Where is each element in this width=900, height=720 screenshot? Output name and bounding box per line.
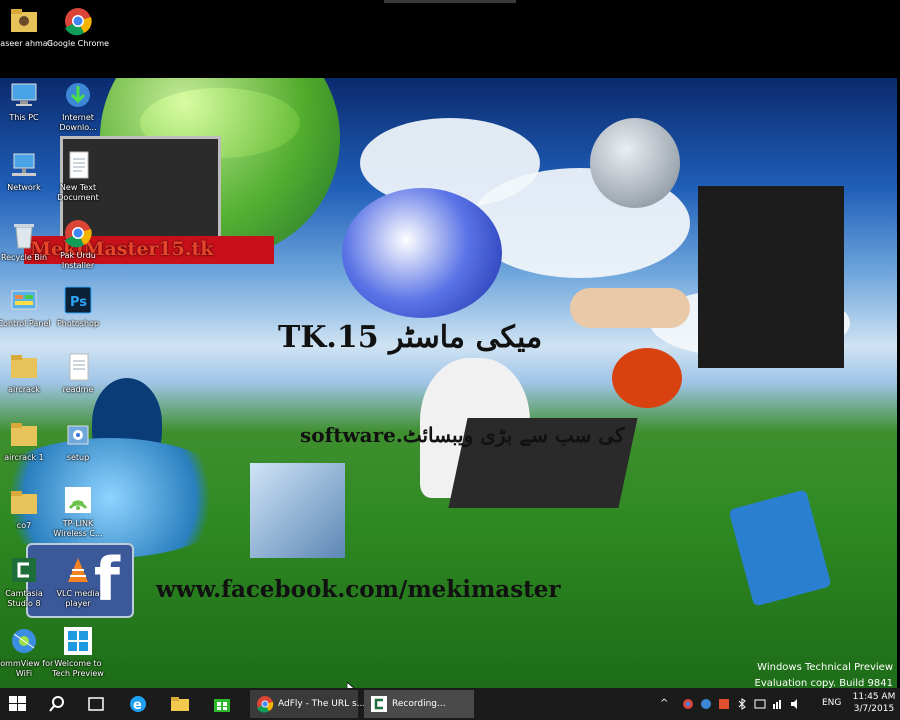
desktop-icon-label: Welcome to Tech Preview xyxy=(52,659,104,678)
taskbar: e AdFly - The URL s... Recording... ^ EN… xyxy=(0,688,900,720)
desktop-icon-pak-urdu-installer[interactable]: Pak Urdu Installer xyxy=(46,218,110,271)
chrome-shortcut-icon xyxy=(62,218,94,248)
system-tray: ^ xyxy=(660,698,820,712)
watermark-line2: Evaluation copy. Build 9841 xyxy=(754,678,894,688)
wikipedia-globe-image xyxy=(342,188,502,318)
tray-idm-icon[interactable] xyxy=(700,698,712,710)
pencil-cup-image xyxy=(728,489,832,607)
facebook-url-text: www.facebook.com/mekimaster xyxy=(156,576,561,603)
desktop-icon-internet-download[interactable]: Internet Downlo... xyxy=(46,80,110,133)
search-button[interactable] xyxy=(40,688,72,720)
watermark-line1: Windows Technical Preview xyxy=(757,662,893,673)
windows-logo-icon xyxy=(62,626,94,656)
wifi-icon xyxy=(62,486,94,516)
desktop: MekiMaster15.tk TK.15 میکی ماسٹر softwar… xyxy=(0,0,900,688)
tray-overflow-chevron-icon[interactable]: ^ xyxy=(660,698,668,709)
clock-time: 11:45 AM xyxy=(852,692,896,702)
wallpaper: MekiMaster15.tk TK.15 میکی ماسٹر softwar… xyxy=(0,78,897,688)
control-panel-icon xyxy=(8,286,40,316)
desktop-icon-label: New Text Document xyxy=(57,183,99,202)
desktop-icon-setup[interactable]: setup xyxy=(46,420,110,463)
desktop-icon-label: VLC media player xyxy=(56,589,100,608)
tray-antivirus-icon[interactable] xyxy=(718,698,730,710)
desktop-icon-readme[interactable]: readme xyxy=(46,352,110,395)
photoshop-icon: Ps xyxy=(62,286,94,316)
hand-image xyxy=(570,288,690,328)
recording-indicator-bar xyxy=(384,0,516,3)
svg-text:e: e xyxy=(133,698,142,713)
search-icon xyxy=(49,696,64,712)
desktop-icon-label: Google Chrome xyxy=(46,39,110,48)
tray-chrome-icon[interactable] xyxy=(682,698,694,710)
file-explorer-icon xyxy=(171,697,189,711)
internet-explorer-icon: e xyxy=(130,696,146,713)
desktop-icon-label: readme xyxy=(62,385,94,394)
clock-date: 3/7/2015 xyxy=(853,704,895,714)
urdu-title-text: TK.15 میکی ماسٹر xyxy=(278,320,543,355)
computer-icon xyxy=(8,80,40,110)
camtasia-icon xyxy=(371,696,387,712)
taskbar-app-camtasia-recording[interactable]: Recording... xyxy=(364,690,474,718)
taskbar-app-label: Recording... xyxy=(392,699,446,709)
folder-icon xyxy=(8,488,40,518)
idm-icon xyxy=(62,80,94,110)
text-document-icon xyxy=(62,150,94,180)
taskbar-app-label: AdFly - The URL s... xyxy=(278,699,366,709)
vlc-icon xyxy=(62,556,94,586)
tray-bluetooth-icon[interactable] xyxy=(736,698,748,710)
language-indicator[interactable]: ENG xyxy=(822,698,841,708)
desktop-icon-photoshop[interactable]: Ps Photoshop xyxy=(46,286,110,329)
start-button[interactable] xyxy=(0,688,36,720)
chrome-icon xyxy=(257,696,274,713)
svg-text:Ps: Ps xyxy=(70,295,87,310)
desktop-icon-label: Photoshop xyxy=(56,319,100,328)
setup-icon xyxy=(62,420,94,450)
tray-volume-icon[interactable] xyxy=(790,698,802,710)
clock[interactable]: 11:45 AM 3/7/2015 xyxy=(850,691,898,715)
task-view-icon xyxy=(88,697,104,711)
store-icon xyxy=(214,699,230,712)
folder-icon xyxy=(8,352,40,382)
task-view-button[interactable] xyxy=(80,688,112,720)
desktop-icon-label: TP-LINK Wireless C... xyxy=(53,519,103,538)
tray-action-center-icon[interactable] xyxy=(754,698,766,710)
file-explorer-button[interactable] xyxy=(162,688,196,720)
desktop-icon-tp-link[interactable]: TP-LINK Wireless C... xyxy=(46,486,110,539)
document-icon xyxy=(62,352,94,382)
urdu-subtitle-text: software.کی سب سے بڑی ویبسائٹ xyxy=(300,423,625,447)
desktop-icon-label: Internet Downlo... xyxy=(59,113,97,132)
windows-start-icon xyxy=(9,696,26,711)
recycle-bin-icon xyxy=(8,220,40,250)
moon-image xyxy=(590,118,680,208)
businessman-image xyxy=(698,186,844,368)
folder-icon xyxy=(8,420,40,450)
desktop-icon-vlc[interactable]: VLC media player xyxy=(46,556,110,609)
building-image xyxy=(250,463,345,558)
desktop-icon-welcome-tech-preview[interactable]: Welcome to Tech Preview xyxy=(46,626,110,679)
commview-icon xyxy=(8,626,40,656)
desktop-icon-label: setup xyxy=(66,453,90,462)
tray-network-icon[interactable] xyxy=(772,698,784,710)
chrome-icon xyxy=(62,6,94,36)
folder-user-icon xyxy=(8,6,40,36)
taskbar-app-chrome-adfly[interactable]: AdFly - The URL s... xyxy=(250,690,365,718)
desktop-icon-new-text-document[interactable]: New Text Document xyxy=(46,150,110,203)
internet-explorer-button[interactable]: e xyxy=(120,688,154,720)
store-button[interactable] xyxy=(204,688,238,720)
desktop-icon-label: Pak Urdu Installer xyxy=(60,251,96,270)
red-tree-image xyxy=(612,348,682,408)
desktop-icon-google-chrome[interactable]: Google Chrome xyxy=(46,6,110,49)
camtasia-icon xyxy=(8,556,40,586)
network-icon xyxy=(8,150,40,180)
